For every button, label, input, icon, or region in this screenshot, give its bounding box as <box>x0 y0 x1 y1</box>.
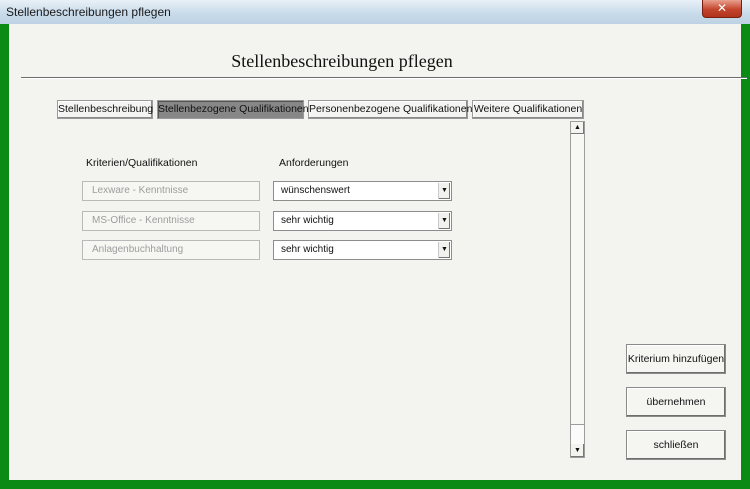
dialog-client-area: Stellenbeschreibungen pflegen Stellenbes… <box>9 24 747 480</box>
requirement-value-3: sehr wichtig <box>281 244 334 255</box>
close-button[interactable]: schließen <box>626 430 726 460</box>
requirements-column-header: Anforderungen <box>279 157 349 169</box>
criterion-field-2[interactable]: MS-Office - Kenntnisse <box>82 211 260 231</box>
add-criterion-button[interactable]: Kriterium hinzufügen <box>626 344 726 374</box>
requirement-select-1[interactable]: wünschenswert ▼ <box>273 181 452 201</box>
criterion-field-3[interactable]: Anlagenbuchhaltung <box>82 240 260 260</box>
requirement-select-2[interactable]: sehr wichtig ▼ <box>273 211 452 231</box>
apply-button[interactable]: übernehmen <box>626 387 726 417</box>
criterion-field-1[interactable]: Lexware - Kenntnisse <box>82 181 260 201</box>
requirement-value-1: wünschenswert <box>281 185 350 196</box>
scroll-up-arrow-icon[interactable]: ▲ <box>571 122 584 134</box>
tab-weitere-qualifikationen[interactable]: Weitere Qualifikationen <box>472 100 584 119</box>
tab-stellenbezogene-qualifikationen[interactable]: Stellenbezogene Qualifikationen <box>157 100 309 119</box>
requirement-select-3[interactable]: sehr wichtig ▼ <box>273 240 452 260</box>
dropdown-arrow-icon[interactable]: ▼ <box>438 183 450 199</box>
page-title: Stellenbeschreibungen pflegen <box>231 51 453 71</box>
scroll-thumb[interactable] <box>571 135 584 425</box>
criteria-column-header: Kriterien/Qualifikationen <box>86 157 198 169</box>
tab-personenbezogene-qualifikationen[interactable]: Personenbezogene Qualifikationen <box>308 100 472 119</box>
scroll-down-arrow-icon[interactable]: ▼ <box>571 444 584 457</box>
title-divider <box>21 77 747 79</box>
requirement-value-2: sehr wichtig <box>281 215 334 226</box>
tab-stellenbeschreibung[interactable]: Stellenbeschreibung <box>57 100 153 119</box>
window-close-button[interactable]: ✕ <box>702 0 742 18</box>
dropdown-arrow-icon[interactable]: ▼ <box>438 213 450 229</box>
dropdown-arrow-icon[interactable]: ▼ <box>438 242 450 258</box>
vertical-scrollbar[interactable]: ▲ ▼ <box>570 121 585 458</box>
window-title: Stellenbeschreibungen pflegen <box>6 5 171 19</box>
title-bar: Stellenbeschreibungen pflegen ✕ <box>0 0 750 24</box>
